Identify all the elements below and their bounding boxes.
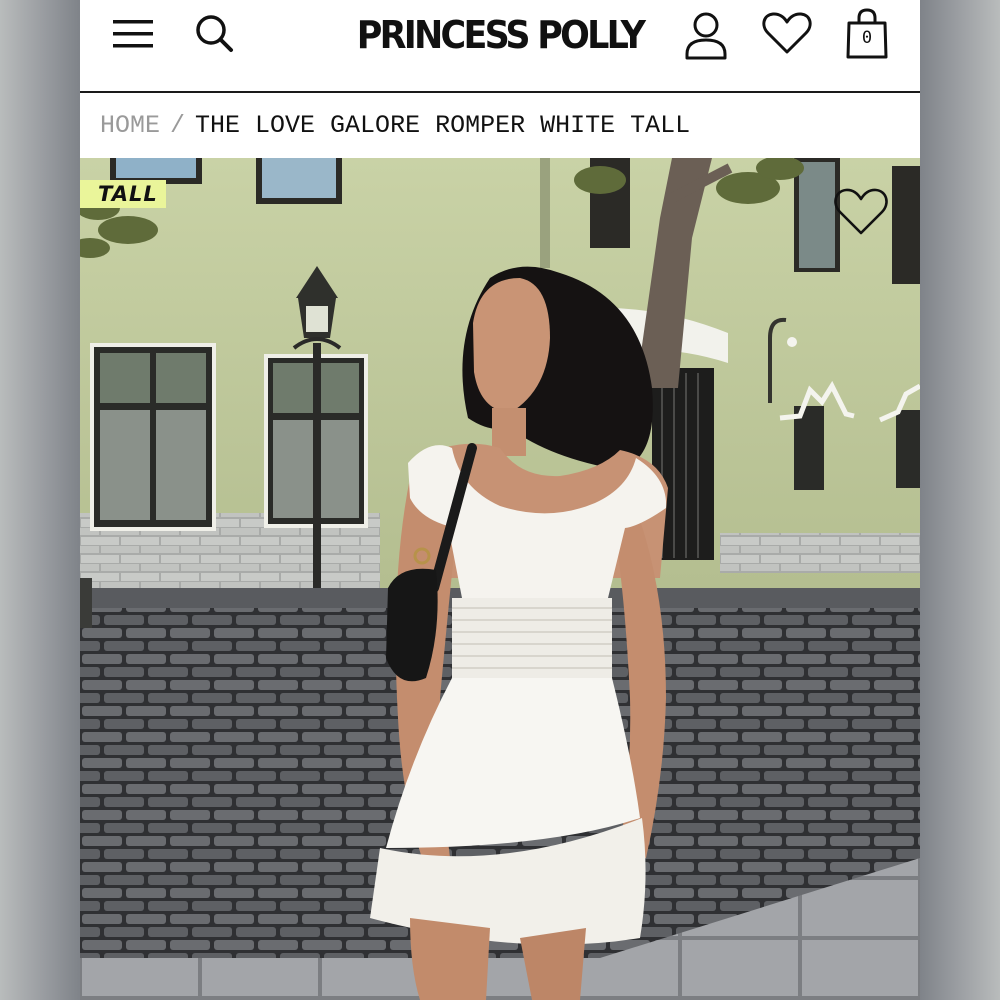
heart-outline-icon[interactable] — [832, 186, 890, 240]
tall-badge: TALL — [80, 180, 166, 208]
breadcrumb-separator: / — [170, 111, 186, 140]
shopping-bag-icon[interactable]: 0 — [842, 6, 892, 62]
product-image[interactable]: TALL — [80, 158, 920, 1000]
account-icon[interactable] — [680, 8, 732, 62]
page-frame: PRINCESS POLLY 0 HOME / THE LOVE GALORE RO… — [80, 0, 920, 1000]
search-icon[interactable] — [190, 10, 238, 58]
product-photo-illustration — [80, 158, 920, 1000]
bag-count: 0 — [861, 28, 873, 48]
menu-icon[interactable] — [110, 14, 158, 56]
breadcrumb: HOME / THE LOVE GALORE ROMPER WHITE TALL — [80, 93, 920, 158]
breadcrumb-current: THE LOVE GALORE ROMPER WHITE TALL — [195, 111, 691, 140]
wishlist-heart-icon[interactable] — [760, 10, 814, 58]
breadcrumb-home-link[interactable]: HOME — [100, 111, 160, 140]
brand-logo[interactable]: PRINCESS POLLY — [353, 8, 647, 62]
site-header: PRINCESS POLLY 0 — [80, 0, 920, 93]
